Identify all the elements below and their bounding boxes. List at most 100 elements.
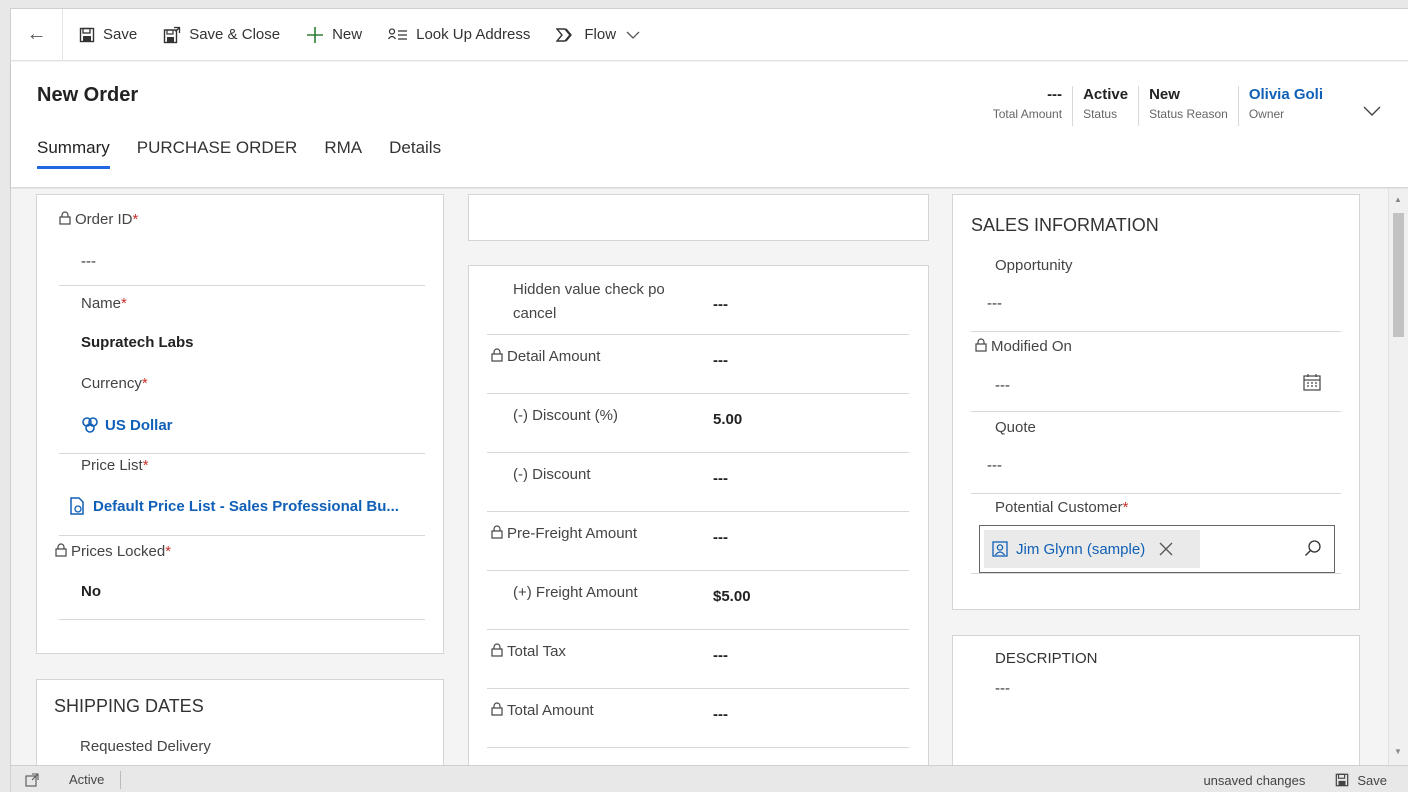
status-save-button[interactable]: Save bbox=[1335, 773, 1387, 788]
divider bbox=[487, 511, 909, 512]
discount-percent-label: (-) Discount (%) bbox=[513, 407, 619, 424]
scroll-down-arrow-icon[interactable]: ▼ bbox=[1394, 747, 1402, 756]
calendar-icon[interactable] bbox=[1303, 373, 1321, 394]
address-lookup-icon bbox=[388, 27, 408, 42]
vertical-scrollbar[interactable]: ▲ ▼ bbox=[1388, 189, 1408, 765]
search-icon[interactable] bbox=[1304, 539, 1322, 560]
lock-icon bbox=[491, 643, 503, 661]
description-input[interactable]: --- bbox=[995, 680, 1010, 697]
command-bar: ← Save Save & Close New Look Up Address bbox=[11, 8, 1408, 61]
total-amount-label: Total Amount bbox=[507, 702, 594, 719]
total-amount-value: --- bbox=[713, 706, 728, 723]
form-tabs: Summary PURCHASE ORDER RMA Details bbox=[37, 138, 468, 169]
lock-icon bbox=[59, 211, 71, 229]
lock-icon bbox=[975, 338, 987, 356]
save-close-icon bbox=[163, 26, 181, 44]
potential-customer-label: Potential Customer bbox=[995, 499, 1123, 516]
discount-percent-input[interactable]: 5.00 bbox=[713, 411, 742, 428]
expand-header-button[interactable] bbox=[1363, 104, 1381, 120]
unsaved-changes-text: unsaved changes bbox=[1203, 772, 1306, 788]
scroll-up-arrow-icon[interactable]: ▲ bbox=[1394, 195, 1402, 204]
required-indicator: * bbox=[165, 543, 172, 560]
header-fields: --- Total Amount Active Status New Statu… bbox=[983, 86, 1333, 126]
potential-customer-value: Jim Glynn (sample) bbox=[1016, 540, 1146, 558]
general-section: Order ID* --- Name* Supratech Labs Curre… bbox=[36, 194, 444, 654]
name-label: Name bbox=[81, 295, 122, 312]
tab-details[interactable]: Details bbox=[389, 138, 441, 169]
divider bbox=[487, 334, 909, 335]
currency-label: Currency bbox=[81, 375, 142, 392]
divider bbox=[487, 570, 909, 571]
app-window: ← Save Save & Close New Look Up Address bbox=[10, 8, 1408, 792]
divider bbox=[971, 331, 1341, 332]
divider bbox=[487, 452, 909, 453]
tab-purchase-order[interactable]: PURCHASE ORDER bbox=[137, 138, 298, 169]
detail-amount-field-label: Detail Amount bbox=[491, 348, 600, 366]
discount-input[interactable]: --- bbox=[713, 470, 728, 487]
sales-information-section: SALES INFORMATION Opportunity --- Modifi… bbox=[952, 194, 1360, 610]
flow-button[interactable]: Flow bbox=[543, 9, 653, 61]
chevron-down-icon bbox=[626, 30, 640, 40]
price-list-lookup[interactable]: Default Price List - Sales Professional … bbox=[69, 497, 399, 515]
description-section: DESCRIPTION --- bbox=[952, 635, 1360, 765]
flow-icon bbox=[556, 27, 576, 42]
contact-icon bbox=[992, 541, 1008, 557]
scrollbar-thumb[interactable] bbox=[1393, 213, 1404, 337]
freight-amount-input[interactable]: $5.00 bbox=[713, 588, 751, 605]
modified-on-field-label: Modified On bbox=[975, 338, 1072, 356]
divider bbox=[59, 453, 425, 454]
header-field-owner: Olivia Goli Owner bbox=[1237, 86, 1333, 126]
detail-amount-value: --- bbox=[713, 352, 728, 369]
back-button[interactable]: ← bbox=[11, 8, 63, 61]
save-button[interactable]: Save bbox=[63, 9, 150, 61]
save-and-close-button[interactable]: Save & Close bbox=[150, 9, 293, 61]
look-up-address-label: Look Up Address bbox=[416, 26, 531, 43]
status-value: Active bbox=[1083, 86, 1129, 103]
prices-locked-label: Prices Locked bbox=[71, 543, 166, 560]
look-up-address-button[interactable]: Look Up Address bbox=[375, 9, 543, 61]
lock-icon bbox=[491, 348, 503, 366]
freight-amount-label: (+) Freight Amount bbox=[513, 584, 638, 601]
potential-customer-tag[interactable]: Jim Glynn (sample) bbox=[984, 530, 1200, 568]
remove-icon[interactable] bbox=[1159, 542, 1173, 556]
divider bbox=[971, 411, 1341, 412]
divider bbox=[59, 285, 425, 286]
divider bbox=[120, 770, 122, 789]
plus-icon bbox=[306, 26, 324, 44]
currency-lookup[interactable]: US Dollar bbox=[81, 416, 173, 434]
quote-lookup[interactable]: --- bbox=[987, 457, 1002, 474]
divider bbox=[59, 535, 425, 536]
lock-icon bbox=[491, 525, 503, 543]
hidden-value-check-label: Hidden value check po cancel bbox=[513, 281, 665, 322]
tab-rma[interactable]: RMA bbox=[324, 138, 362, 169]
divider bbox=[971, 573, 1341, 574]
discount-label: (-) Discount bbox=[513, 466, 591, 483]
price-list-field-label: Price List* bbox=[81, 457, 149, 474]
pre-freight-amount-label: Pre-Freight Amount bbox=[507, 525, 638, 542]
divider bbox=[487, 688, 909, 689]
open-in-new-window-icon[interactable] bbox=[25, 772, 39, 787]
tab-summary[interactable]: Summary bbox=[37, 138, 110, 169]
status-bar-right: unsaved changes Save bbox=[1203, 766, 1387, 792]
owner-label: Owner bbox=[1248, 107, 1285, 121]
name-input[interactable]: Supratech Labs bbox=[81, 334, 194, 351]
required-indicator: * bbox=[132, 211, 139, 228]
new-button[interactable]: New bbox=[293, 9, 375, 61]
status-label: Status bbox=[1083, 107, 1118, 121]
pre-freight-amount-field-label: Pre-Freight Amount bbox=[491, 525, 637, 543]
owner-link[interactable]: Olivia Goli bbox=[1249, 86, 1323, 104]
sales-information-title: SALES INFORMATION bbox=[971, 215, 1159, 235]
totals-section: Hidden value check po cancel --- Detail … bbox=[468, 265, 929, 765]
name-field-label: Name* bbox=[81, 295, 127, 312]
flow-label: Flow bbox=[584, 26, 617, 43]
opportunity-lookup[interactable]: --- bbox=[987, 295, 1002, 312]
order-id-value: --- bbox=[81, 253, 96, 270]
chevron-down-icon bbox=[1363, 106, 1381, 116]
order-id-field-label: Order ID* bbox=[59, 211, 138, 229]
required-indicator: * bbox=[142, 457, 149, 474]
description-title: DESCRIPTION bbox=[995, 650, 1098, 667]
modified-on-value: --- bbox=[995, 377, 1010, 394]
prices-locked-value: No bbox=[81, 583, 101, 600]
potential-customer-lookup[interactable]: Jim Glynn (sample) bbox=[979, 525, 1335, 573]
currency-icon bbox=[81, 416, 99, 434]
